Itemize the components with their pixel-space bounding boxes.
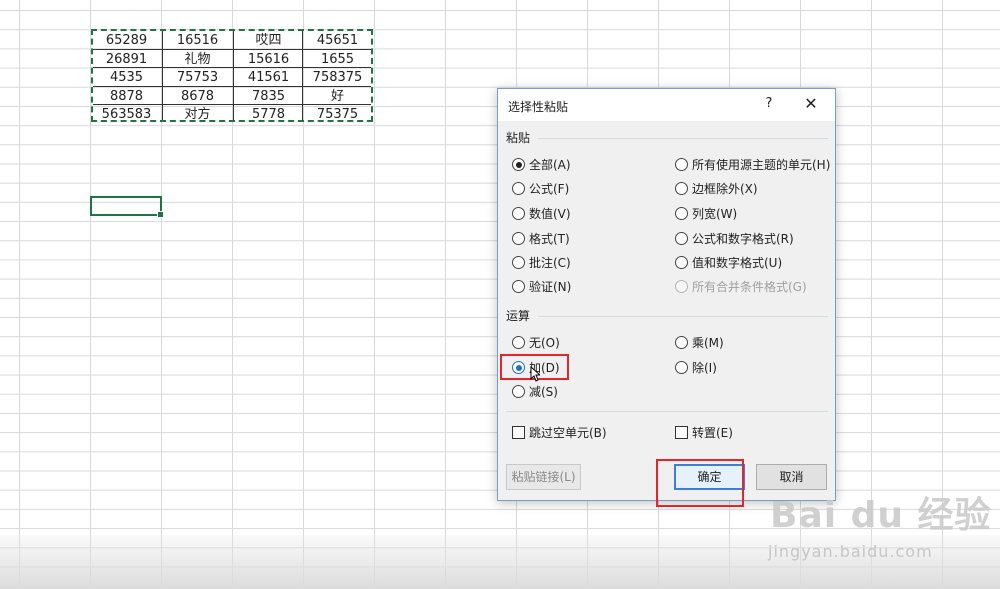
radio-paste-values[interactable]: 数值(V) xyxy=(512,205,571,223)
watermark-logo: Bai du 经验 xyxy=(770,495,992,536)
baidu-watermark: Bai du 经验 jingyan.baidu.com xyxy=(760,478,1000,568)
radio-icon xyxy=(512,336,525,349)
watermark-url: jingyan.baidu.com xyxy=(768,542,933,561)
section-divider xyxy=(506,411,828,412)
option-label: 乘(M) xyxy=(692,336,724,350)
active-cell-selection[interactable] xyxy=(90,196,164,218)
option-label: 全部(A) xyxy=(529,158,571,172)
radio-icon xyxy=(512,158,525,171)
option-label: 所有使用源主题的单元(H) xyxy=(692,158,831,172)
radio-icon xyxy=(675,280,688,293)
dialog-title: 选择性粘贴 xyxy=(508,100,569,114)
radio-paste-formulas[interactable]: 公式(F) xyxy=(512,180,569,198)
option-label: 格式(T) xyxy=(529,232,570,246)
radio-icon xyxy=(512,385,525,398)
checkbox-icon xyxy=(512,426,525,439)
option-label: 无(O) xyxy=(529,336,560,350)
option-label: 公式(F) xyxy=(529,182,570,196)
checkbox-icon xyxy=(675,426,688,439)
option-label: 边框除外(X) xyxy=(692,182,758,196)
radio-paste-source-theme[interactable]: 所有使用源主题的单元(H) xyxy=(675,156,830,174)
dialog-titlebar[interactable]: 选择性粘贴 ? ✕ xyxy=(498,89,835,121)
radio-icon xyxy=(675,182,688,195)
section-divider xyxy=(538,138,828,139)
radio-icon xyxy=(512,256,525,269)
section-divider xyxy=(538,316,828,317)
copy-marquee xyxy=(91,29,373,122)
highlight-ok-button xyxy=(656,459,744,507)
radio-op-divide[interactable]: 除(I) xyxy=(675,359,717,377)
option-label: 所有合并条件格式(G) xyxy=(692,280,807,294)
radio-paste-comments[interactable]: 批注(C) xyxy=(512,254,571,272)
radio-icon xyxy=(675,336,688,349)
radio-icon xyxy=(675,207,688,220)
radio-paste-merge-conditional: 所有合并条件格式(G) xyxy=(675,278,807,296)
close-button[interactable]: ✕ xyxy=(800,94,822,114)
operation-section-label: 运算 xyxy=(506,309,531,323)
radio-icon xyxy=(512,182,525,195)
radio-paste-validation[interactable]: 验证(N) xyxy=(512,278,571,296)
option-label: 批注(C) xyxy=(529,256,571,270)
option-label: 公式和数字格式(R) xyxy=(692,232,794,246)
radio-paste-column-widths[interactable]: 列宽(W) xyxy=(675,205,737,223)
option-label: 转置(E) xyxy=(692,426,733,440)
radio-paste-no-borders[interactable]: 边框除外(X) xyxy=(675,180,758,198)
radio-icon xyxy=(675,256,688,269)
radio-op-subtract[interactable]: 减(S) xyxy=(512,383,558,401)
radio-op-none[interactable]: 无(O) xyxy=(512,334,560,352)
radio-op-multiply[interactable]: 乘(M) xyxy=(675,334,724,352)
radio-icon xyxy=(512,280,525,293)
radio-icon xyxy=(675,232,688,245)
radio-paste-values-numbers[interactable]: 值和数字格式(U) xyxy=(675,254,782,272)
mouse-cursor-icon xyxy=(530,366,540,382)
radio-paste-formulas-numbers[interactable]: 公式和数字格式(R) xyxy=(675,230,794,248)
checkbox-skip-blanks[interactable]: 跳过空单元(B) xyxy=(512,424,607,442)
option-label: 数值(V) xyxy=(529,207,571,221)
help-button[interactable]: ? xyxy=(760,94,778,114)
radio-icon xyxy=(512,232,525,245)
paste-special-dialog: 选择性粘贴 ? ✕ 粘贴 全部(A) 公式(F) 数值(V) 格式(T) 批注(… xyxy=(497,88,836,501)
option-label: 除(I) xyxy=(692,361,717,375)
radio-paste-formats[interactable]: 格式(T) xyxy=(512,230,570,248)
radio-icon xyxy=(512,207,525,220)
paste-link-button: 粘贴链接(L) xyxy=(506,464,581,490)
option-label: 验证(N) xyxy=(529,280,572,294)
radio-icon xyxy=(675,158,688,171)
paste-section-label: 粘贴 xyxy=(506,131,531,145)
radio-icon xyxy=(675,361,688,374)
option-label: 跳过空单元(B) xyxy=(529,426,607,440)
option-label: 值和数字格式(U) xyxy=(692,256,783,270)
radio-paste-all[interactable]: 全部(A) xyxy=(512,156,571,174)
checkbox-transpose[interactable]: 转置(E) xyxy=(675,424,733,442)
option-label: 列宽(W) xyxy=(692,207,738,221)
option-label: 减(S) xyxy=(529,385,558,399)
